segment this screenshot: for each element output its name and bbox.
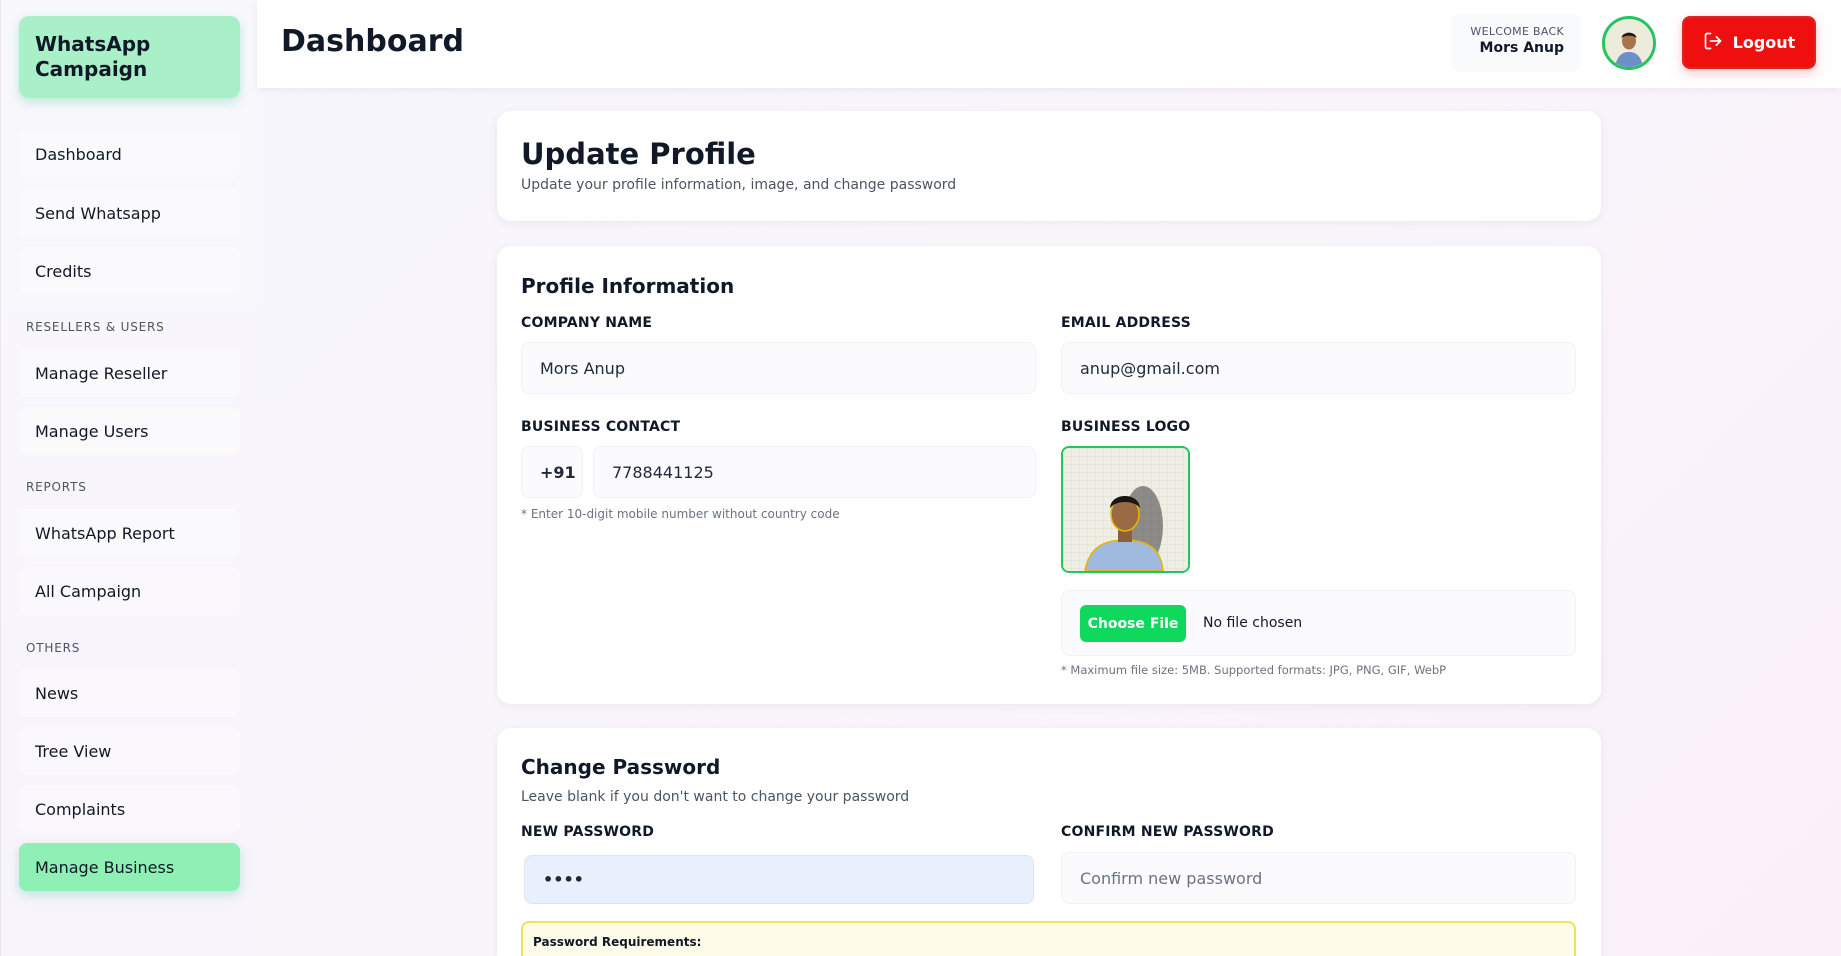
sidebar-item-send-whatsapp[interactable]: Send Whatsapp xyxy=(19,189,240,237)
welcome-box: WELCOME BACK Mors Anup xyxy=(1452,14,1580,72)
sidebar-item-whatsapp-report[interactable]: WhatsApp Report xyxy=(19,509,240,557)
choose-file-button[interactable]: Choose File xyxy=(1080,605,1186,642)
email-label: EMAIL ADDRESS xyxy=(1061,315,1191,331)
new-password-input[interactable]: •••• xyxy=(524,855,1034,904)
new-password-label: NEW PASSWORD xyxy=(521,824,655,840)
change-password-card: Change Password Leave blank if you don't… xyxy=(497,728,1601,956)
page-title: Dashboard xyxy=(281,24,464,59)
logo-photo xyxy=(1063,448,1188,571)
sidebar-item-label: Send Whatsapp xyxy=(35,203,161,223)
confirm-password-input[interactable]: Confirm new password xyxy=(1061,852,1576,904)
section-label-resellers: RESELLERS & USERS xyxy=(26,320,165,334)
user-name: Mors Anup xyxy=(1479,40,1564,56)
logout-label: Logout xyxy=(1732,33,1796,52)
sidebar-item-label: Manage Business xyxy=(35,857,175,877)
top-header: Dashboard WELCOME BACK Mors Anup Logout xyxy=(257,0,1841,88)
change-password-subtitle: Leave blank if you don't want to change … xyxy=(521,789,910,805)
sidebar-item-manage-reseller[interactable]: Manage Reseller xyxy=(19,349,240,397)
sidebar-item-label: WhatsApp Report xyxy=(35,523,175,543)
no-file-text: No file chosen xyxy=(1203,615,1303,631)
sidebar-item-manage-business[interactable]: Manage Business xyxy=(19,843,240,891)
confirm-password-label: CONFIRM NEW PASSWORD xyxy=(1061,824,1274,840)
sidebar-item-dashboard[interactable]: Dashboard xyxy=(19,130,240,178)
sidebar-item-complaints[interactable]: Complaints xyxy=(19,785,240,833)
file-upload[interactable]: Choose File No file chosen xyxy=(1061,590,1576,656)
sidebar-item-label: Credits xyxy=(35,261,92,281)
company-name-label: COMPANY NAME xyxy=(521,315,653,331)
profile-info-card: Profile Information COMPANY NAME Mors An… xyxy=(497,246,1601,704)
sidebar-item-label: News xyxy=(35,683,79,703)
business-logo-label: BUSINESS LOGO xyxy=(1061,419,1191,435)
sidebar-item-label: Tree View xyxy=(35,741,112,761)
avatar-image xyxy=(1605,19,1653,67)
section-label-others: OTHERS xyxy=(26,641,81,655)
company-name-input[interactable]: Mors Anup xyxy=(521,342,1036,394)
sidebar-item-credits[interactable]: Credits xyxy=(19,247,240,295)
business-logo-image xyxy=(1061,446,1190,573)
logout-button[interactable]: Logout xyxy=(1682,16,1816,69)
sidebar-item-news[interactable]: News xyxy=(19,669,240,717)
sidebar-item-label: Dashboard xyxy=(35,144,122,164)
sidebar-item-manage-users[interactable]: Manage Users xyxy=(19,407,240,455)
section-label-reports: REPORTS xyxy=(26,480,87,494)
sidebar-item-label: Complaints xyxy=(35,799,126,819)
phone-input[interactable]: 7788441125 xyxy=(593,446,1036,498)
brand-logo[interactable]: WhatsApp Campaign xyxy=(19,16,240,98)
profile-info-title: Profile Information xyxy=(521,274,735,298)
update-profile-subtitle: Update your profile information, image, … xyxy=(521,177,957,193)
sidebar-item-label: Manage Users xyxy=(35,421,149,441)
country-code: +91 xyxy=(521,446,583,498)
change-password-title: Change Password xyxy=(521,755,721,779)
sidebar-item-label: Manage Reseller xyxy=(35,363,168,383)
logout-icon xyxy=(1703,31,1723,55)
password-requirements-title: Password Requirements: xyxy=(533,935,702,949)
sidebar: WhatsApp Campaign Dashboard Send Whatsap… xyxy=(0,0,257,956)
sidebar-item-label: All Campaign xyxy=(35,581,142,601)
file-hint: * Maximum file size: 5MB. Supported form… xyxy=(1061,663,1447,677)
sidebar-item-all-campaign[interactable]: All Campaign xyxy=(19,567,240,615)
sidebar-item-tree-view[interactable]: Tree View xyxy=(19,727,240,775)
welcome-label: WELCOME BACK xyxy=(1470,25,1564,38)
phone-hint: * Enter 10-digit mobile number without c… xyxy=(521,507,840,521)
update-profile-card: Update Profile Update your profile infor… xyxy=(497,111,1601,221)
password-requirements: Password Requirements: xyxy=(521,921,1576,956)
update-profile-title: Update Profile xyxy=(521,137,756,171)
email-input[interactable]: anup@gmail.com xyxy=(1061,342,1576,394)
business-contact-label: BUSINESS CONTACT xyxy=(521,419,681,435)
avatar[interactable] xyxy=(1602,16,1656,70)
